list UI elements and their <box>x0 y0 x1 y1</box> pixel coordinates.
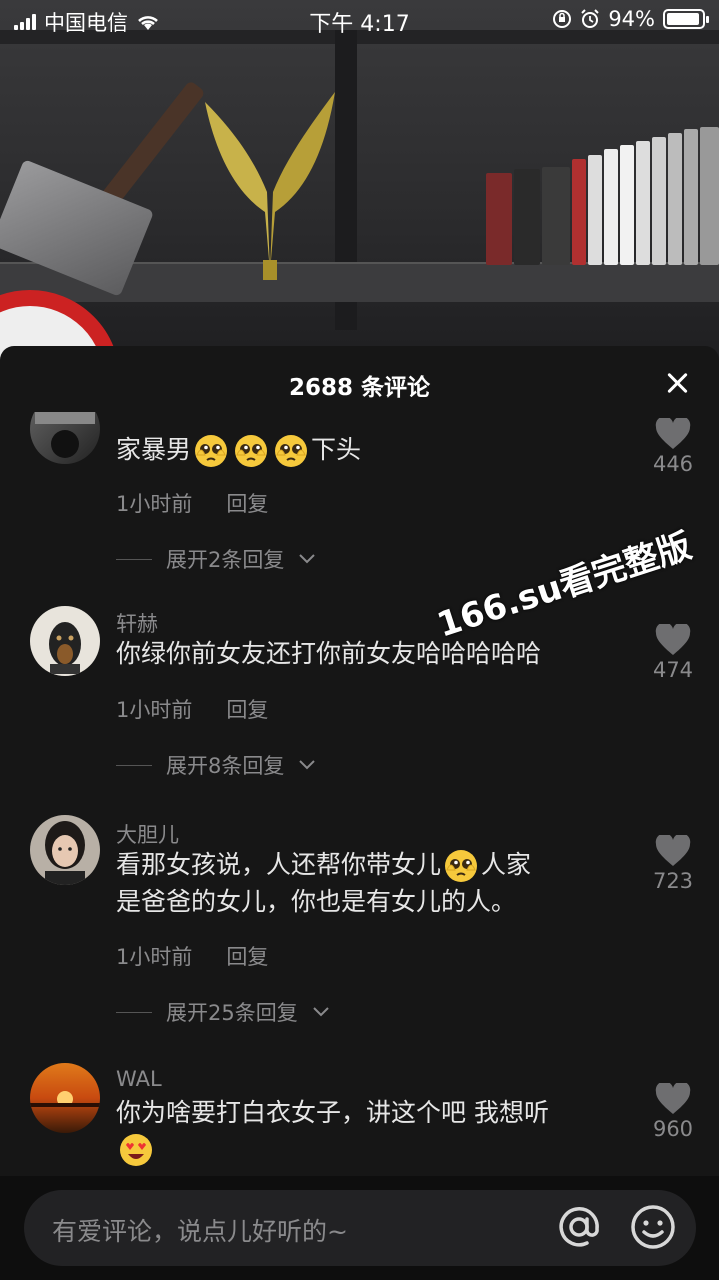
expand-replies-label: 展开25条回复 <box>166 1001 298 1025</box>
like-button[interactable]: 474 <box>640 624 706 682</box>
book <box>652 137 666 265</box>
expand-replies-button[interactable]: 展开2条回复 <box>116 544 316 574</box>
status-right: 94% <box>552 7 709 31</box>
comment-username[interactable]: 轩赫 <box>116 608 158 638</box>
battery-level-fill <box>667 13 699 25</box>
book <box>486 173 512 265</box>
book <box>620 145 634 265</box>
chevron-down-icon <box>299 554 316 564</box>
reply-button[interactable]: 回复 <box>226 694 268 724</box>
comment-time: 1小时前 <box>116 492 193 516</box>
comment-username[interactable]: 大胆儿 <box>116 819 179 849</box>
book <box>572 159 586 265</box>
book <box>514 169 540 265</box>
book <box>542 167 570 265</box>
divider-dash <box>116 1011 152 1013</box>
comment-item: 轩赫 你绿你前女友还打你前女友哈哈哈哈哈 1小时前 回复 展开8条回复 474 <box>0 606 719 816</box>
expand-replies-label: 展开2条回复 <box>166 548 285 572</box>
comment-text: 你为啥要打白衣女子，讲这个吧 我想听 <box>116 1095 626 1168</box>
chevron-down-icon <box>299 760 316 770</box>
divider-dash <box>116 764 152 766</box>
avatar[interactable] <box>30 412 100 464</box>
heart-icon <box>655 624 691 655</box>
comment-input-placeholder: 有爱评论，说点儿好听的~ <box>52 1217 348 1246</box>
comment-text-part: 下头 <box>311 435 362 464</box>
at-icon[interactable] <box>554 1202 604 1252</box>
comment-meta: 1小时前 回复 <box>116 488 268 518</box>
book <box>668 133 682 265</box>
book <box>700 127 719 265</box>
comment-text-part: 家暴男 <box>116 435 192 464</box>
pleading-face-emoji-icon <box>275 435 308 467</box>
book <box>588 155 602 265</box>
reply-button[interactable]: 回复 <box>226 941 268 971</box>
comment-item: 大胆儿 看那女孩说，人还帮你带女儿 人家 是爸爸的女儿，你也是有女儿的人。 1小时… <box>0 815 719 1065</box>
alarm-icon <box>581 9 600 28</box>
comment-text-line <box>116 1131 626 1168</box>
avatar[interactable] <box>30 606 100 676</box>
book <box>636 141 650 265</box>
expand-replies-button[interactable]: 展开25条回复 <box>116 997 330 1027</box>
like-button[interactable]: 446 <box>640 418 706 476</box>
comment-text-line: 是爸爸的女儿，你也是有女儿的人。 <box>116 887 517 916</box>
heart-icon <box>655 1083 691 1114</box>
comment-time: 1小时前 <box>116 698 193 722</box>
like-count: 446 <box>652 452 694 476</box>
comment-input[interactable]: 有爱评论，说点儿好听的~ <box>24 1190 696 1266</box>
comments-sheet: 2688 条评论 · · 家暴男 下头 1小时前 回复 展开2条回复 <box>0 346 719 1280</box>
avatar[interactable] <box>30 815 100 885</box>
comment-list[interactable]: · · 家暴男 下头 1小时前 回复 展开2条回复 446 轩赫 <box>0 412 719 1182</box>
comment-meta: 1小时前 回复 <box>116 694 268 724</box>
comment-item: WAL 你为啥要打白衣女子，讲这个吧 我想听 960 <box>0 1063 719 1182</box>
book <box>684 129 698 265</box>
battery-percent: 94% <box>608 7 655 31</box>
like-count: 960 <box>652 1117 694 1141</box>
status-bar: 中国电信 下午 4:17 94% <box>0 0 719 40</box>
like-count: 723 <box>652 869 694 893</box>
comment-username[interactable]: · · <box>116 412 136 422</box>
close-icon[interactable] <box>661 368 693 400</box>
comment-meta: 1小时前 回复 <box>116 941 268 971</box>
comment-text-line: 你为啥要打白衣女子，讲这个吧 我想听 <box>116 1098 549 1127</box>
comment-text: 看那女孩说，人还帮你带女儿 人家 是爸爸的女儿，你也是有女儿的人。 <box>116 847 656 920</box>
book <box>604 149 618 265</box>
heart-icon <box>655 835 691 866</box>
comment-time: 1小时前 <box>116 945 193 969</box>
pleading-face-emoji-icon <box>195 435 228 467</box>
heart-icon <box>655 418 691 449</box>
comment-text-part: 看那女孩说，人还帮你带女儿 <box>116 850 442 879</box>
expand-replies-label: 展开8条回复 <box>166 754 285 778</box>
comment-text: 你绿你前女友还打你前女友哈哈哈哈哈 <box>116 639 542 668</box>
comment-text: 家暴男 下头 <box>116 432 636 469</box>
reply-button[interactable]: 回复 <box>226 488 268 518</box>
chevron-down-icon <box>313 1007 329 1017</box>
comment-text-part: 人家 <box>481 850 532 879</box>
golden-wings-decor <box>205 92 335 280</box>
comment-username[interactable]: WAL <box>116 1067 162 1091</box>
video-background[interactable] <box>0 0 719 360</box>
expand-replies-button[interactable]: 展开8条回复 <box>116 750 316 780</box>
sheet-header: 2688 条评论 <box>0 346 719 422</box>
avatar[interactable] <box>30 1063 100 1133</box>
comment-count-title: 2688 条评论 <box>288 375 431 401</box>
like-count: 474 <box>652 658 694 682</box>
comment-input-bar: 有爱评论，说点儿好听的~ <box>0 1176 719 1280</box>
pleading-face-emoji-icon <box>445 850 478 882</box>
emoji-face-icon[interactable] <box>628 1202 678 1252</box>
battery-icon <box>663 9 709 29</box>
like-button[interactable]: 960 <box>640 1083 706 1141</box>
comment-text-line: 看那女孩说，人还帮你带女儿 人家 <box>116 847 656 884</box>
heart-eyes-emoji-icon <box>120 1134 152 1166</box>
pleading-face-emoji-icon <box>235 435 268 467</box>
like-button[interactable]: 723 <box>640 835 706 893</box>
orientation-lock-icon <box>553 10 572 28</box>
divider-dash <box>116 558 152 560</box>
